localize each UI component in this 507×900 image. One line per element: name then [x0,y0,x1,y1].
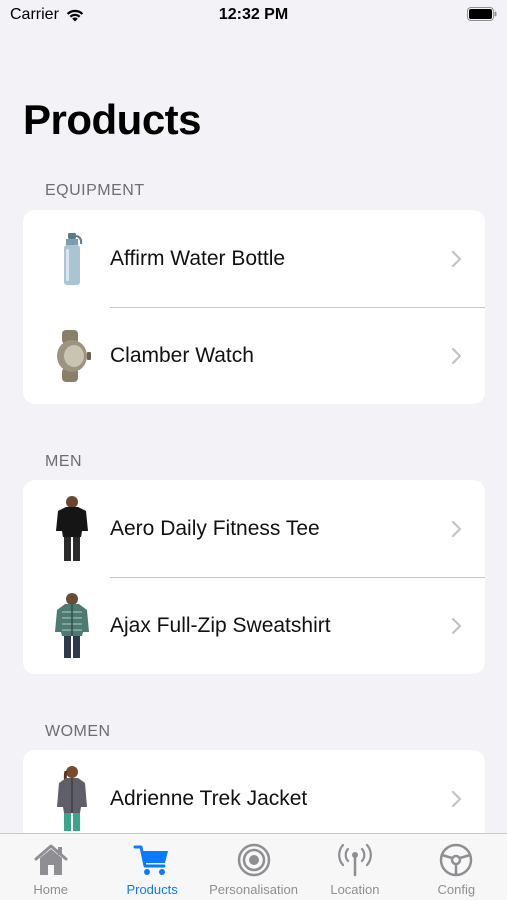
steering-wheel-icon [440,843,473,877]
chevron-right-icon [451,347,462,364]
status-bar: Carrier 12:32 PM [0,0,507,32]
tab-bar: Home Products Personalisation Location C… [0,833,507,900]
chevron-right-icon [451,250,462,267]
product-name: Affirm Water Bottle [110,246,286,270]
list-item[interactable]: Clamber Watch [23,307,485,404]
chevron-right-icon [451,520,462,537]
tab-label: Products [126,882,178,897]
chevron-right-icon [451,617,462,634]
tab-label: Personalisation [209,882,298,897]
list-item[interactable]: Aero Daily Fitness Tee [23,480,485,577]
tab-label: Home [33,882,69,897]
section-header-equipment: EQUIPMENT [45,182,145,199]
tab-products[interactable]: Products [101,834,202,900]
product-name: Ajax Full-Zip Sweatshirt [110,613,331,637]
product-thumbnail [51,224,93,294]
section-header-women: WOMEN [45,723,111,740]
antenna-icon [338,843,372,877]
product-name: Clamber Watch [110,343,254,367]
jacket-model-icon [57,765,87,831]
tab-personalisation[interactable]: Personalisation [203,834,304,900]
product-thumbnail [51,764,93,834]
page-title: Products [23,96,202,143]
battery-icon [467,7,497,21]
chevron-right-icon [451,790,462,807]
product-thumbnail [51,591,93,661]
clock: 12:32 PM [218,6,289,23]
tab-home[interactable]: Home [0,834,101,900]
products-screen: Carrier 12:32 PM Products EQUIPMENT Affi… [0,0,507,900]
tab-label: Config [437,882,476,897]
product-name: Adrienne Trek Jacket [110,786,308,810]
product-thumbnail [51,494,93,564]
tab-config[interactable]: Config [406,834,507,900]
watch-icon [57,329,91,382]
target-icon [237,843,270,877]
product-name: Aero Daily Fitness Tee [110,516,320,540]
list-item[interactable]: Affirm Water Bottle [23,210,485,307]
home-icon [34,844,68,875]
tab-label: Location [330,882,380,897]
section-header-men: MEN [45,453,83,470]
product-thumbnail [51,321,93,391]
section-list-equipment: Affirm Water Bottle Clamber Watch [23,210,485,404]
cart-icon [133,845,169,875]
tab-location[interactable]: Location [304,834,405,900]
section-list-men: Aero Daily Fitness Tee Ajax Full-Zip Swe… [23,480,485,674]
tee-shirt-model-icon [56,495,88,561]
sweatshirt-model-icon [55,592,89,658]
list-item[interactable]: Ajax Full-Zip Sweatshirt [23,577,485,674]
water-bottle-icon [64,232,83,285]
